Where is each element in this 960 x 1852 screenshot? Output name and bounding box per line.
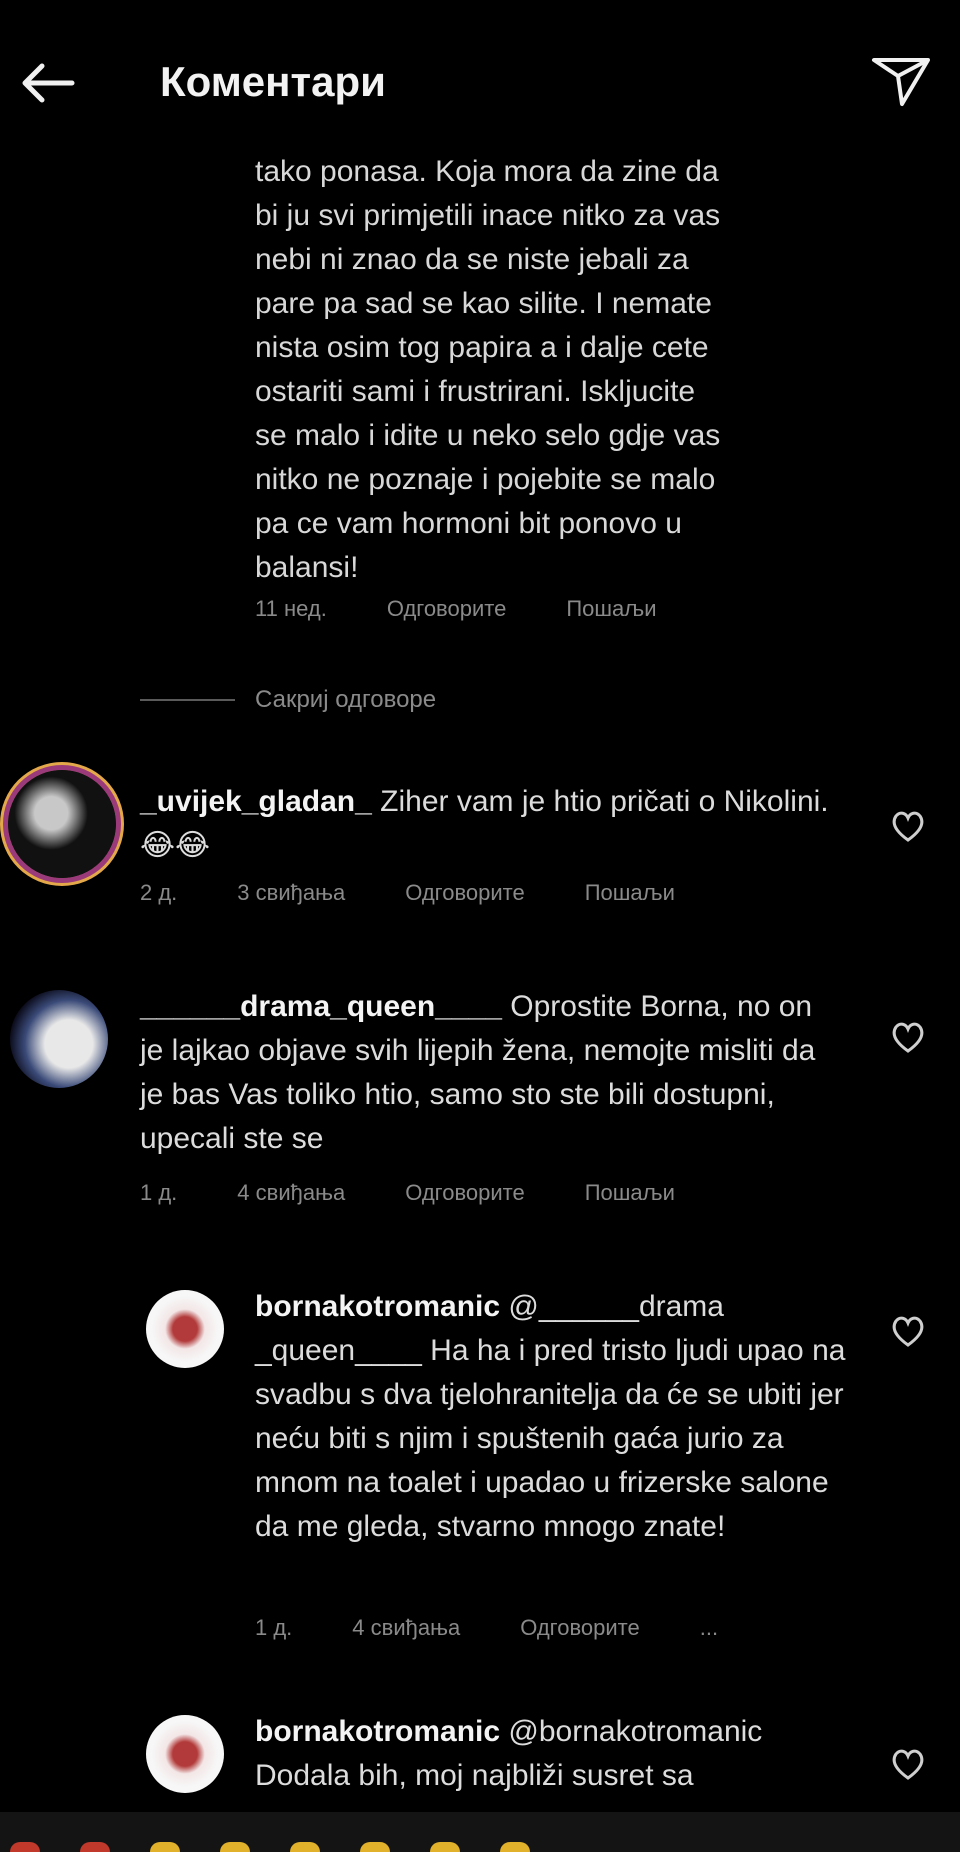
reply-item: bornakotromanic @bornakotromanic Dodala … xyxy=(0,1710,960,1810)
comment-meta: 2 д. 3 свиђања Одговорите Пошаљи xyxy=(140,880,675,906)
send-button[interactable]: Пошаљи xyxy=(585,880,675,906)
comment-meta: 1 д. 4 свиђања Одговорите Пошаљи xyxy=(140,1180,675,1206)
comment-text: bornakotromanic @bornakotromanic Dodala … xyxy=(255,1710,855,1798)
heart-icon[interactable] xyxy=(888,1744,928,1784)
comment-line: tako ponasa. Koja mora da zine da xyxy=(255,155,719,188)
page-title: Коментари xyxy=(160,58,386,105)
comment-line: pare pa sad se kao silite. I nemate xyxy=(255,287,712,320)
comment-text: bornakotromanic @______drama _queen____ … xyxy=(255,1285,855,1549)
heart-icon[interactable] xyxy=(888,1017,928,1057)
more-options[interactable]: ... xyxy=(700,1615,718,1641)
comment-time: 1 д. xyxy=(255,1615,293,1640)
comment-item: ______drama_queen____ Oprostite Borna, n… xyxy=(0,985,960,1215)
reply-button[interactable]: Одговорите xyxy=(405,880,525,906)
avatar[interactable] xyxy=(146,1290,224,1368)
comment-time: 2 д. xyxy=(140,880,178,905)
send-button[interactable]: Пошаљи xyxy=(585,1180,675,1206)
reply-button[interactable]: Одговорите xyxy=(387,596,507,622)
emoji-icon[interactable] xyxy=(80,1842,110,1852)
send-button[interactable]: Пошаљи xyxy=(566,596,656,622)
username[interactable]: bornakotromanic xyxy=(255,1715,500,1748)
emoji-icon[interactable] xyxy=(220,1842,250,1852)
emoji-icon[interactable] xyxy=(10,1842,40,1852)
heart-icon[interactable] xyxy=(888,806,928,846)
comment-line: nebi ni znao da se niste jebali za xyxy=(255,243,689,276)
like-count[interactable]: 3 свиђања xyxy=(237,880,345,906)
emoji-icon[interactable] xyxy=(150,1842,180,1852)
top-app-bar: Коментари xyxy=(0,0,960,170)
emoji-icon[interactable] xyxy=(500,1842,530,1852)
comment-line: bi ju svi primjetili inace nitko za vas xyxy=(255,199,721,232)
heart-icon[interactable] xyxy=(888,1311,928,1351)
comment-item: _uvijek_gladan_ Ziher vam je htio pričat… xyxy=(0,760,960,910)
reply-item: bornakotromanic @______drama _queen____ … xyxy=(0,1285,960,1655)
comment-line: ostariti sami i frustrirani. Iskljucite xyxy=(255,375,696,408)
username[interactable]: bornakotromanic xyxy=(255,1290,500,1323)
comment-line: se malo i idite u neko selo gdje vas xyxy=(255,419,721,452)
comment-text: _uvijek_gladan_ Ziher vam je htio pričat… xyxy=(140,780,840,868)
paper-plane-icon xyxy=(872,58,930,106)
username[interactable]: _uvijek_gladan_ xyxy=(140,785,372,818)
comment-line: nitko ne poznaje i pojebite se malo xyxy=(255,463,716,496)
comment-meta: 11 нед. Одговорите Пошаљи xyxy=(255,596,657,622)
emoji-icon[interactable] xyxy=(360,1842,390,1852)
like-count[interactable]: 4 свиђања xyxy=(237,1180,345,1206)
comment-line: balansi! xyxy=(255,551,359,584)
back-button[interactable] xyxy=(12,48,82,118)
direct-send-button[interactable] xyxy=(866,46,936,116)
comment-time: 11 нед. xyxy=(255,596,327,621)
emoji-quick-bar xyxy=(0,1812,960,1852)
comment-meta: 1 д. 4 свиђања Одговорите ... xyxy=(255,1615,718,1641)
emoji-icon[interactable] xyxy=(290,1842,320,1852)
reply-button[interactable]: Одговорите xyxy=(520,1615,640,1641)
like-count[interactable]: 4 свиђања xyxy=(352,1615,460,1641)
avatar[interactable] xyxy=(8,770,116,878)
divider xyxy=(140,699,235,701)
comment-text: ______drama_queen____ Oprostite Borna, n… xyxy=(140,985,820,1161)
comment-time: 1 д. xyxy=(140,1180,178,1205)
reply-button[interactable]: Одговорите xyxy=(405,1180,525,1206)
avatar[interactable] xyxy=(10,990,108,1088)
emoji-icon[interactable] xyxy=(430,1842,460,1852)
comment-text-continued: tako ponasa. Koja mora da zine da bi ju … xyxy=(255,150,895,590)
hide-replies-toggle[interactable]: Сакриј одговоре xyxy=(140,686,436,714)
username[interactable]: ______drama_queen____ xyxy=(140,990,502,1023)
comment-line: nista osim tog papira a i dalje cete xyxy=(255,331,709,364)
back-arrow-icon xyxy=(22,63,75,103)
hide-replies-label: Сакриј одговоре xyxy=(255,686,437,713)
avatar[interactable] xyxy=(146,1715,224,1793)
comment-line: pa ce vam hormoni bit ponovo u xyxy=(255,507,682,540)
comment-content: @______drama _queen____ Ha ha i pred tri… xyxy=(255,1290,846,1543)
